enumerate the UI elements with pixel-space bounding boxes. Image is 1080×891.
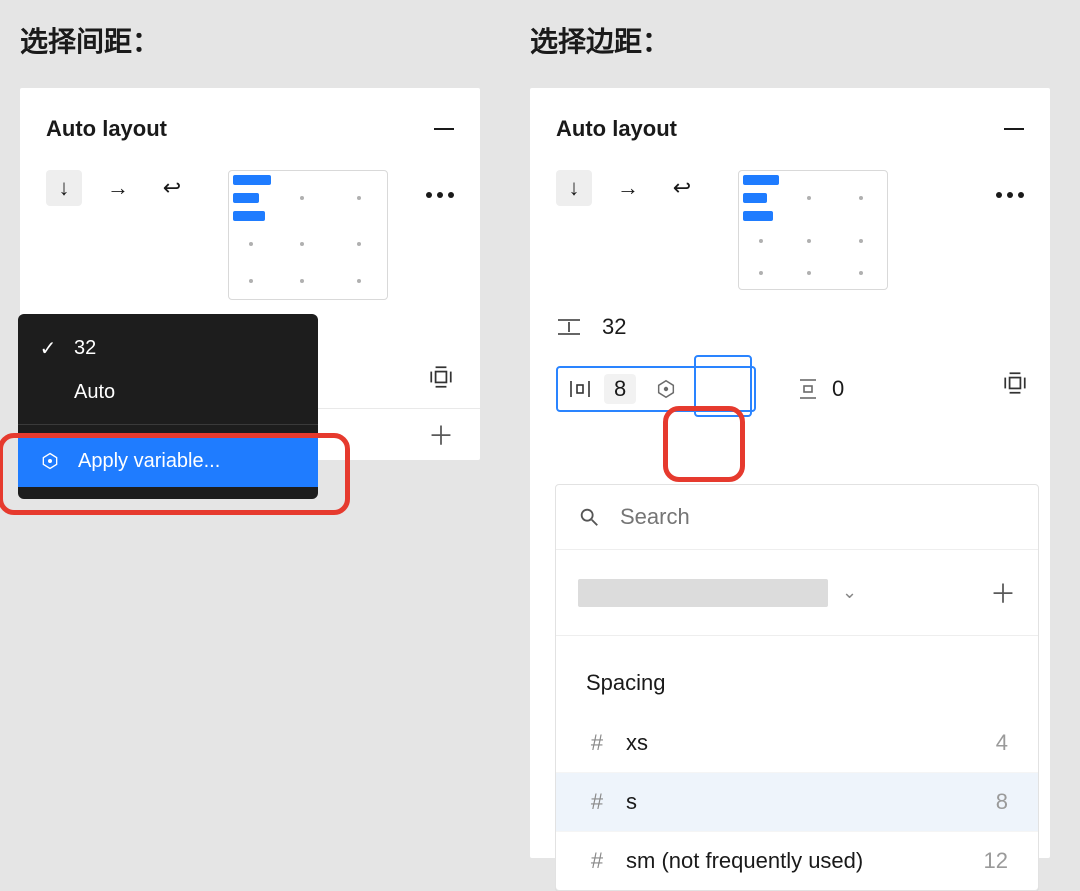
gap-icon (556, 317, 582, 337)
variable-icon[interactable] (654, 377, 678, 401)
hash-icon: # (586, 848, 608, 874)
spacing-option-label: Auto (74, 381, 115, 404)
direction-vertical-button[interactable]: ↓ (556, 170, 592, 206)
direction-wrap-button[interactable]: ↩ (154, 170, 190, 206)
direction-vertical-button[interactable]: ↓ (46, 170, 82, 206)
plus-icon[interactable]: ＋ (428, 416, 454, 453)
alignment-grid[interactable] (228, 170, 388, 300)
direction-horizontal-button[interactable]: → (610, 170, 646, 206)
auto-layout-panel-left: Auto layout ↓ → ↩ (20, 88, 480, 460)
panel-title: Auto layout (556, 116, 677, 142)
horizontal-padding-field[interactable]: 8 (556, 366, 756, 412)
variable-name: xs (626, 730, 648, 756)
annotation-highlight (663, 406, 745, 482)
variable-value: 12 (984, 848, 1008, 874)
horizontal-padding-icon (568, 377, 592, 401)
variable-item-xs[interactable]: # xs 4 (556, 714, 1038, 773)
individual-padding-icon[interactable] (1002, 370, 1028, 396)
chevron-down-icon: ⌄ (842, 582, 857, 603)
vertical-padding-icon (796, 377, 820, 401)
apply-variable-option[interactable]: Apply variable... (18, 435, 318, 487)
create-variable-button[interactable]: ＋ (990, 574, 1016, 611)
check-icon: ✓ (38, 336, 58, 361)
variable-name: s (626, 789, 637, 815)
apply-variable-label: Apply variable... (78, 450, 220, 473)
spacing-dropdown: ✓ 32 Auto Apply variable... (18, 314, 318, 499)
alignment-grid[interactable] (738, 170, 888, 290)
variable-section-title: Spacing (556, 636, 1038, 714)
more-options-icon[interactable] (426, 192, 454, 198)
variable-item-s[interactable]: # s 8 (556, 773, 1038, 832)
variable-icon-focus (694, 355, 752, 417)
auto-layout-panel-right: Auto layout ↓ → ↩ (530, 88, 1050, 858)
variable-value: 4 (996, 730, 1008, 756)
vertical-padding-field[interactable]: 0 (786, 370, 854, 408)
direction-horizontal-button[interactable]: → (100, 170, 136, 206)
spacing-option-label: 32 (74, 337, 96, 360)
variable-icon (38, 449, 62, 473)
hash-icon: # (586, 730, 608, 756)
left-column-title: 选择间距： (20, 20, 480, 60)
panel-title: Auto layout (46, 116, 167, 142)
variable-item-sm[interactable]: # sm (not frequently used) 12 (556, 832, 1038, 890)
individual-padding-icon[interactable] (428, 364, 454, 390)
variable-picker-popup: ⌄ ＋ Spacing # xs 4 # s 8 # sm (not frequ… (555, 484, 1039, 891)
collection-filter-chip[interactable] (578, 579, 828, 607)
variable-search-input[interactable] (618, 503, 1016, 531)
collapse-icon[interactable] (434, 128, 454, 130)
right-column-title: 选择边距： (530, 20, 1050, 60)
search-icon (578, 506, 600, 528)
more-options-icon[interactable] (996, 192, 1024, 198)
direction-wrap-button[interactable]: ↩ (664, 170, 700, 206)
spacing-option-32[interactable]: ✓ 32 (18, 326, 318, 371)
variable-value: 8 (996, 789, 1008, 815)
vertical-padding-value[interactable]: 0 (832, 376, 844, 402)
variable-name: sm (not frequently used) (626, 848, 863, 874)
hash-icon: # (586, 789, 608, 815)
horizontal-padding-value[interactable]: 8 (604, 374, 636, 404)
gap-value[interactable]: 32 (602, 314, 626, 340)
collapse-icon[interactable] (1004, 128, 1024, 130)
gap-row: 32 (556, 314, 1024, 340)
spacing-option-auto[interactable]: Auto (18, 371, 318, 414)
